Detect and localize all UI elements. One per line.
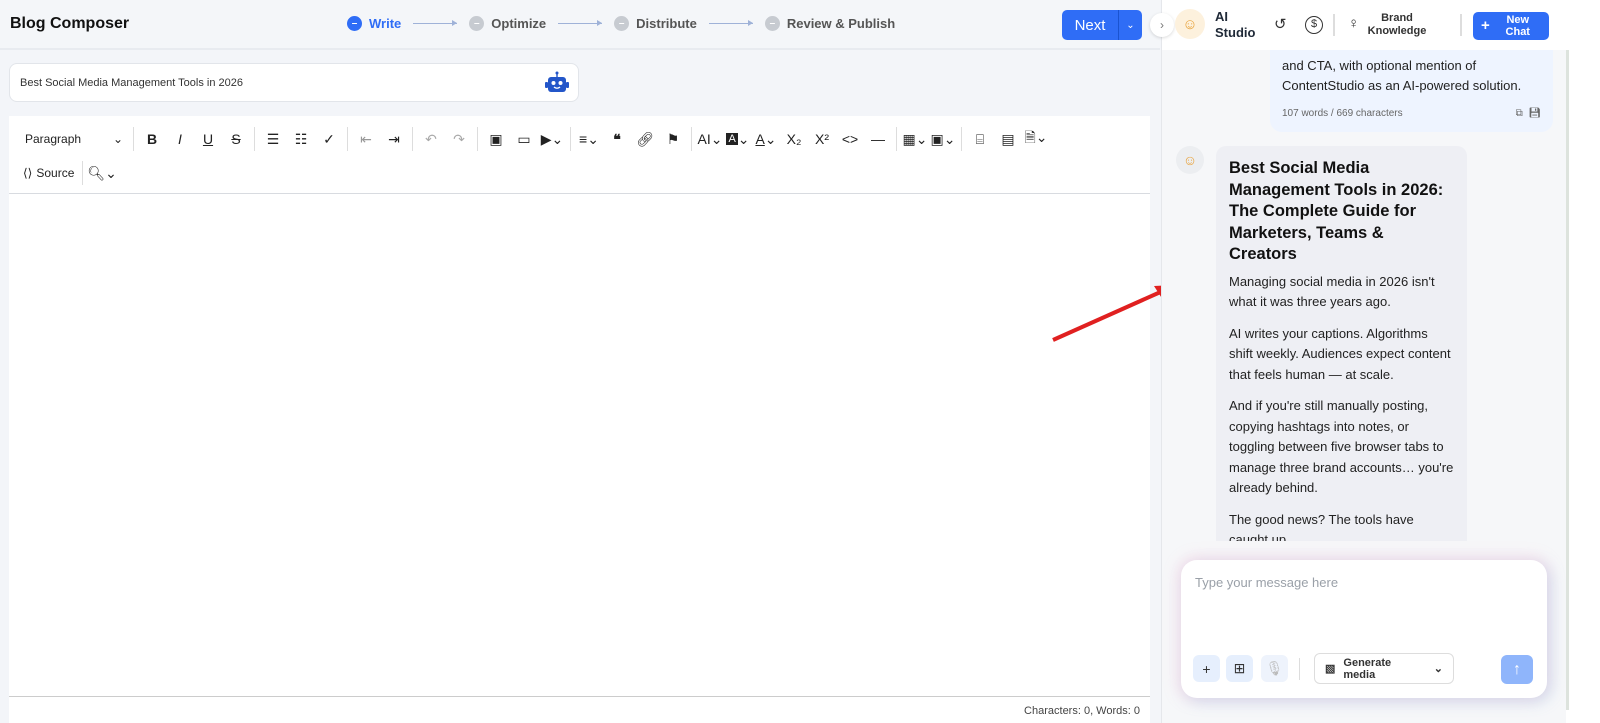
post-title-input[interactable]: Best Social Media Management Tools in 20…: [9, 63, 579, 102]
prompt-library-icon[interactable]: ⊞: [1226, 655, 1253, 682]
user-message: and CTA, with optional mention of Conten…: [1270, 40, 1553, 132]
paragraph-label: Paragraph: [25, 132, 82, 146]
ai-paragraph: The good news? The tools have caught up.: [1229, 511, 1414, 542]
underline-icon[interactable]: U: [194, 126, 222, 152]
generate-media-dropdown[interactable]: ▧ Generate media ⌄: [1314, 653, 1454, 684]
user-message-text: and CTA, with optional mention of Conten…: [1282, 58, 1522, 93]
font-color-icon[interactable]: A ⌄: [752, 126, 780, 152]
ai-paragraph: Managing social media in 2026 isn't what…: [1229, 273, 1435, 310]
subscript-icon[interactable]: X₂: [780, 126, 808, 152]
add-attachment-icon[interactable]: +: [1193, 655, 1220, 682]
link-icon[interactable]: 🔗︎: [631, 126, 659, 152]
source-label: Source: [36, 166, 75, 180]
save-icon[interactable]: 💾︎: [1528, 108, 1541, 119]
ai-paragraph: AI writes your captions. Algorithms shif…: [1229, 325, 1451, 382]
source-icon: ⟨⟩: [23, 166, 33, 180]
step-dot-icon: –: [614, 16, 630, 31]
editor-content-area[interactable]: [9, 194, 1150, 694]
horizontal-line-icon[interactable]: —: [864, 126, 892, 152]
step-dot-icon: –: [469, 16, 485, 31]
media-icon: ▧: [1325, 663, 1336, 675]
copy-icon[interactable]: ⧉: [1516, 108, 1523, 119]
new-chat-label: New Chat: [1505, 14, 1530, 38]
step-label: Distribute: [636, 16, 697, 31]
italic-icon[interactable]: I: [166, 126, 194, 152]
arrow-icon: [558, 20, 603, 26]
bookmark-flag-icon[interactable]: ⚑: [659, 126, 687, 152]
generate-media-label: Generate media: [1343, 656, 1392, 681]
page-title: Blog Composer: [10, 15, 130, 32]
superscript-icon[interactable]: X²: [808, 126, 836, 152]
post-title-text: Best Social Media Management Tools in 20…: [20, 77, 243, 89]
align-icon[interactable]: ≡⌄: [575, 126, 603, 152]
next-button[interactable]: Next: [1062, 10, 1118, 40]
step-optimize[interactable]: – Optimize: [469, 16, 546, 31]
step-dot-icon: –: [764, 16, 780, 31]
code-icon[interactable]: <>: [836, 126, 864, 152]
plus-icon: +: [1481, 17, 1490, 34]
ai-bot-avatar-icon: ☺: [1175, 9, 1205, 39]
top-bar: Blog Composer – Write – Optimize – Distribu…: [0, 0, 1160, 50]
stepper: – Write – Optimize – Distribute – Review & P…: [347, 16, 895, 31]
ai-message: Best Social Media Management Tools in 20…: [1216, 146, 1467, 541]
step-write[interactable]: – Write: [347, 16, 401, 31]
step-review-publish[interactable]: – Review & Publish: [764, 16, 896, 31]
ai-avatar-icon: ☺: [1176, 146, 1204, 174]
brand-knowledge-button[interactable]: Brand Knowledge: [1362, 12, 1432, 38]
outdent-icon[interactable]: ⇤: [352, 126, 380, 152]
table-icon[interactable]: ▦⌄: [901, 126, 929, 152]
panel-header: › ☺ AI Studio ↺ $ ♀ Brand Knowledge + New…: [1150, 0, 1567, 50]
editor-toolbar: Paragraph ⌄ B I U S ☰ ☷ ✓ ⇤ ⇥ ↶ ↷ ▣ ▭ ▶⌄ …: [9, 116, 1150, 194]
redo-icon[interactable]: ↷: [445, 126, 473, 152]
credits-dollar-icon[interactable]: $: [1305, 16, 1323, 34]
arrow-icon: [708, 20, 753, 26]
next-dropdown-button[interactable]: ⌄: [1118, 10, 1142, 40]
highlight-icon[interactable]: A ⌄: [724, 126, 752, 152]
font-size-icon[interactable]: AI⌄: [696, 126, 724, 152]
media-embed-icon[interactable]: ▶⌄: [538, 126, 566, 152]
word-count: Characters: 0, Words: 0: [9, 696, 1150, 723]
scrollbar[interactable]: [1566, 0, 1600, 723]
strikethrough-icon[interactable]: S: [222, 126, 250, 152]
insert-image-icon[interactable]: ▣: [482, 126, 510, 152]
paragraph-format-select[interactable]: Paragraph ⌄: [19, 126, 129, 152]
next-button-group: Next ⌄: [1062, 10, 1142, 40]
image-style-icon[interactable]: ▣⌄: [929, 126, 957, 152]
step-label: Optimize: [491, 16, 547, 31]
send-button[interactable]: ↑: [1501, 655, 1533, 684]
find-replace-icon[interactable]: 🔍︎⌄: [87, 160, 117, 186]
history-icon[interactable]: ↺: [1274, 15, 1287, 33]
rich-text-editor: Paragraph ⌄ B I U S ☰ ☷ ✓ ⇤ ⇥ ↶ ↷ ▣ ▭ ▶⌄ …: [9, 116, 1150, 723]
ai-studio-panel: and CTA, with optional mention of Conten…: [1150, 0, 1567, 723]
new-chat-button[interactable]: + New Chat: [1473, 12, 1549, 40]
panel-title: AI Studio: [1215, 9, 1256, 40]
bulleted-list-icon[interactable]: ☰: [259, 126, 287, 152]
lightbulb-icon[interactable]: ♀: [1348, 15, 1359, 32]
microphone-icon[interactable]: 🎙︎: [1261, 655, 1288, 682]
blockquote-icon[interactable]: ❝: [603, 126, 631, 152]
undo-icon[interactable]: ↶: [417, 126, 445, 152]
ai-paragraph: And if you're still manually posting, co…: [1229, 398, 1454, 495]
chat-composer: Type your message here + ⊞ 🎙︎ ▧ Generate …: [1181, 560, 1547, 698]
step-label: Write: [369, 16, 402, 31]
collapse-panel-button[interactable]: ›: [1150, 13, 1174, 37]
arrow-icon: [413, 20, 458, 26]
step-distribute[interactable]: – Distribute: [614, 16, 697, 31]
message-input[interactable]: Type your message here: [1195, 575, 1338, 590]
html-embed-icon[interactable]: ▤: [994, 126, 1022, 152]
step-dot-icon: –: [347, 16, 362, 31]
template-icon[interactable]: 🗎︎⌄: [1022, 126, 1050, 152]
todo-list-icon[interactable]: ✓: [315, 126, 343, 152]
indent-icon[interactable]: ⇥: [380, 126, 408, 152]
page-break-icon[interactable]: ⌸: [966, 126, 994, 152]
step-label: Review & Publish: [786, 16, 896, 31]
bold-icon[interactable]: B: [138, 126, 166, 152]
source-button[interactable]: ⟨⟩ Source: [19, 160, 78, 186]
folder-icon[interactable]: ▭: [510, 126, 538, 152]
ai-robot-icon[interactable]: [544, 71, 570, 95]
ai-message-heading: Best Social Media Management Tools in 20…: [1229, 159, 1444, 263]
numbered-list-icon[interactable]: ☷: [287, 126, 315, 152]
message-stats: 107 words / 669 characters: [1282, 108, 1403, 119]
